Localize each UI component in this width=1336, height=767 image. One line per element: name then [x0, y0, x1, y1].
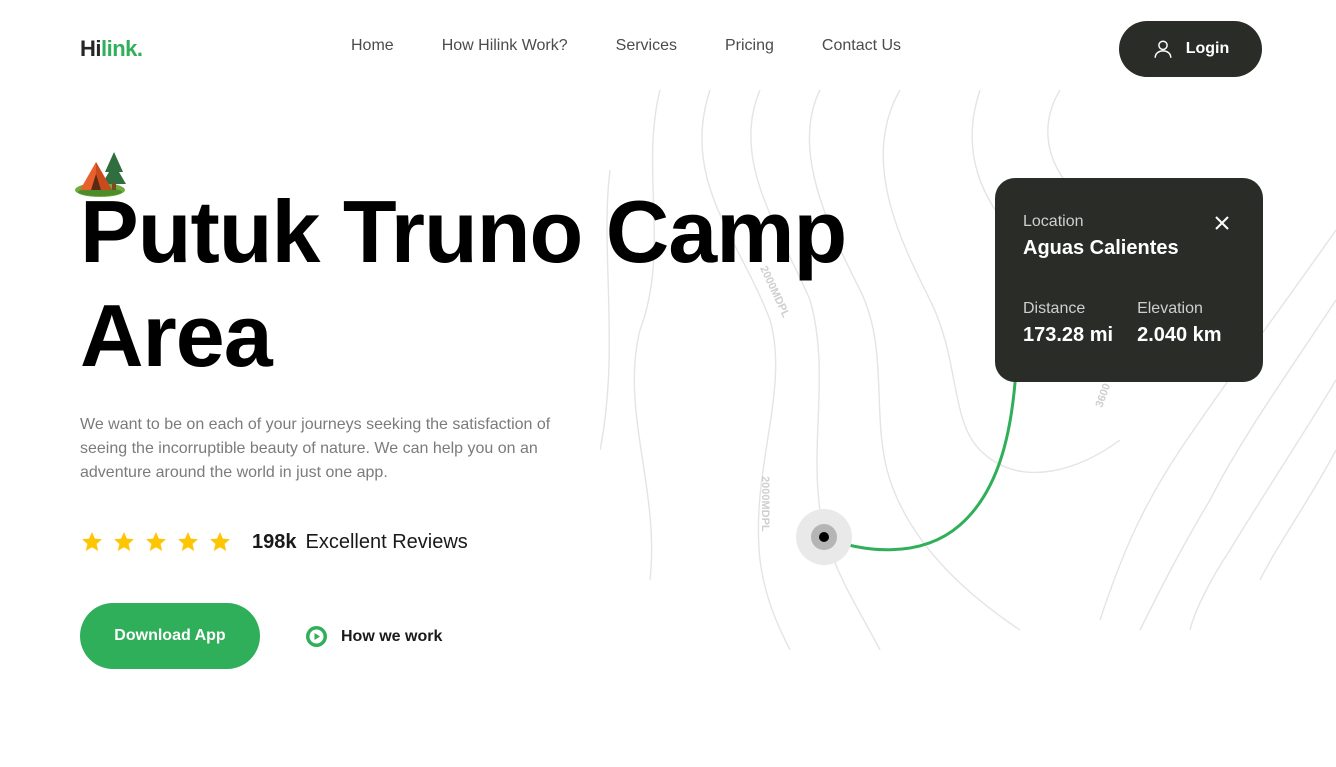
star-icon — [178, 532, 198, 551]
hero-title-line1: Putuk Truno Camp — [80, 182, 847, 281]
star-icon — [146, 532, 166, 551]
route-line — [823, 369, 1018, 552]
nav-home[interactable]: Home — [351, 37, 394, 55]
nav-contact-us[interactable]: Contact Us — [822, 37, 901, 55]
location-value: Aguas Calientes — [1023, 237, 1179, 259]
user-icon — [1154, 40, 1172, 58]
elevation-label: Elevation — [1137, 300, 1203, 317]
close-icon[interactable] — [1212, 213, 1232, 233]
review-label: Excellent Reviews — [305, 530, 468, 553]
location-stats: Distance 173.28 mi Elevation 2.040 km — [1023, 300, 1235, 347]
star-rating — [80, 530, 232, 554]
location-label: Location — [1023, 213, 1084, 230]
review-count: 198k — [252, 530, 297, 553]
start-marker-dot — [819, 532, 829, 542]
nav-how-hilink-work[interactable]: How Hilink Work? — [442, 37, 568, 55]
logo-text-link: link. — [101, 36, 143, 61]
nav-services[interactable]: Services — [616, 37, 677, 55]
distance-label: Distance — [1023, 300, 1086, 317]
hero-title: Putuk Truno Camp Area — [80, 180, 940, 388]
logo-text-hi: Hi — [80, 36, 102, 61]
hero-title-line2: Area — [80, 286, 273, 385]
how-we-work-label: How we work — [341, 627, 443, 645]
location-card: Location Aguas Calientes Distance 173.28… — [995, 178, 1263, 382]
hero-description: We want to be on each of your journeys s… — [80, 416, 551, 481]
reviews: 198k Excellent Reviews — [80, 530, 468, 554]
distance-value: 173.28 mi — [1023, 324, 1114, 346]
star-icon — [114, 532, 134, 551]
nav-pricing[interactable]: Pricing — [725, 37, 774, 55]
star-icon — [210, 532, 230, 551]
main-nav: Home How Hilink Work? Services Pricing C… — [351, 37, 901, 55]
login-button[interactable]: Login — [1119, 21, 1262, 77]
star-icon — [82, 532, 102, 551]
logo[interactable]: Hilink. — [80, 36, 143, 62]
elevation-value: 2.040 km — [1137, 324, 1222, 346]
play-icon — [306, 626, 327, 647]
contour-label: 3600 — [1094, 382, 1114, 409]
contour-label: 2000MDPL — [759, 476, 771, 532]
distance-stat: Distance 173.28 mi — [1023, 300, 1113, 347]
how-we-work-link[interactable]: How we work — [306, 626, 442, 647]
login-label: Login — [1185, 40, 1230, 57]
elevation-stat: Elevation 2.040 km — [1137, 300, 1222, 347]
download-app-button[interactable]: Download App — [80, 603, 260, 669]
